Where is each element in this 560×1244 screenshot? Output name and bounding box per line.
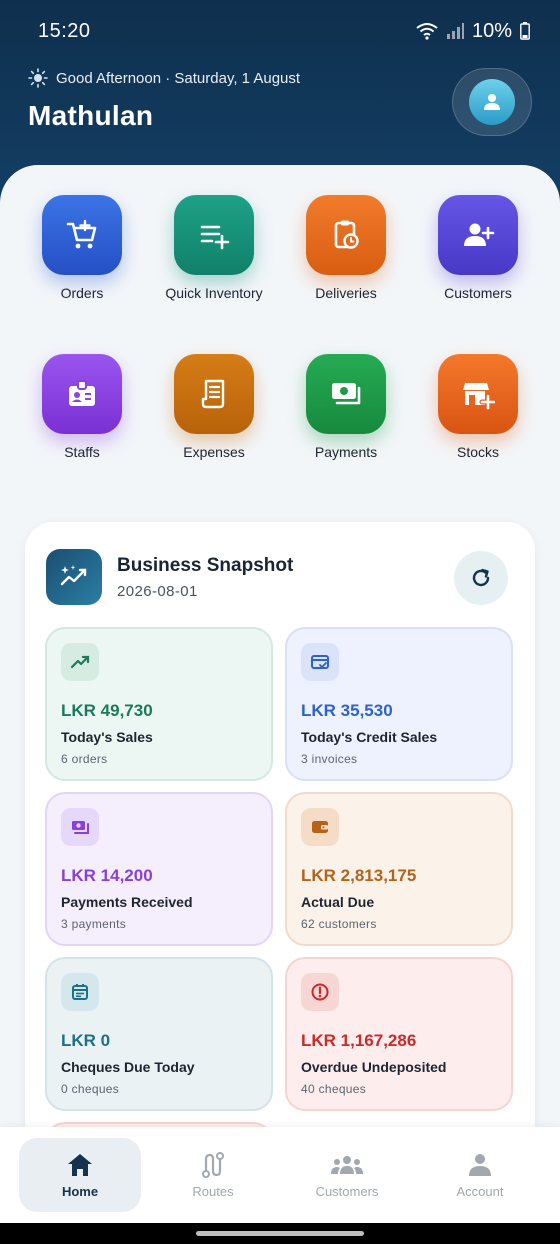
stat-amount: LKR 14,200 [61,866,153,885]
stat-label: Today's Sales [61,729,153,745]
system-gesture-bar [0,1223,560,1244]
quick-action-label: Expenses [183,444,245,460]
person-icon [484,94,500,110]
quick-action-customers[interactable]: Customers [412,195,544,301]
quick-action-label: Payments [314,444,378,460]
stat-label: Actual Due [301,894,375,910]
calendar-icon [61,973,99,1011]
wallet-icon [301,808,339,846]
quick-action-payments[interactable]: Payments [280,354,412,460]
greeting-row: Good Afternoon · Saturday, 1 August [28,68,300,88]
stat-label: Today's Credit Sales [301,729,438,745]
refresh-icon [472,568,490,587]
nav-customers[interactable]: Customers [286,1138,408,1212]
store-add-icon [438,354,518,434]
stat-card-todays-credit-sales[interactable]: LKR 35,530 Today's Credit Sales 3 invoic… [285,627,513,781]
status-time: 15:20 [38,19,91,42]
stat-label: Cheques Due Today [61,1059,195,1075]
quick-action-quick-inventory[interactable]: Quick Inventory [148,195,280,301]
quick-action-label: Staffs [64,444,100,460]
home-icon [68,1153,92,1176]
stat-card-cheques-due-today[interactable]: LKR 0 Cheques Due Today 0 cheques [45,957,273,1111]
avatar [469,79,515,125]
clipboard-clock-icon [306,195,386,275]
stat-amount: LKR 35,530 [301,701,393,720]
stat-subtext: 40 cheques [301,1082,367,1096]
stat-card-actual-due[interactable]: LKR 2,813,175 Actual Due 62 customers [285,792,513,946]
main-content: Orders Quick Inventory Deliveries Custom… [0,165,560,1244]
stat-card-payments-received[interactable]: LKR 14,200 Payments Received 3 payments [45,792,273,946]
user-add-icon [438,195,518,275]
refresh-button[interactable] [454,551,508,605]
battery-icon [520,22,530,40]
receipt-icon [174,354,254,434]
quick-action-deliveries[interactable]: Deliveries [280,195,412,301]
quick-action-stocks[interactable]: Stocks [412,354,544,460]
trend-up-icon [61,643,99,681]
quick-action-label: Stocks [456,444,499,460]
stat-label: Overdue Undeposited [301,1059,447,1075]
battery-percent: 10% [471,19,512,42]
nav-label: Customers [315,1183,379,1199]
nav-home[interactable]: Home [19,1138,141,1212]
stat-card-overdue-undeposited[interactable]: LKR 1,167,286 Overdue Undeposited 40 che… [285,957,513,1111]
cash-icon [306,354,386,434]
greeting-text: Good Afternoon · Saturday, 1 August [56,69,301,87]
user-name: Mathulan [28,100,154,131]
wifi-icon [416,23,438,40]
quick-action-label: Customers [444,285,512,301]
nav-label: Routes [192,1183,234,1199]
nav-label: Account [456,1183,504,1199]
stat-amount: LKR 49,730 [61,701,153,720]
stat-amount: LKR 2,813,175 [301,866,417,885]
stat-subtext: 3 payments [61,917,127,931]
nav-account[interactable]: Account [419,1138,541,1212]
quick-action-label: Quick Inventory [165,285,263,301]
quick-action-orders[interactable]: Orders [16,195,148,301]
cart-add-icon [42,195,122,275]
cash-icon [61,808,99,846]
sparkle-chart-icon [46,549,102,605]
stat-card-todays-sales[interactable]: LKR 49,730 Today's Sales 6 orders [45,627,273,781]
profile-button[interactable] [452,68,532,136]
stat-amount: LKR 1,167,286 [301,1031,417,1050]
stat-subtext: 62 customers [301,917,377,931]
stat-subtext: 6 orders [61,752,108,766]
quick-action-label: Orders [60,285,104,301]
id-badge-icon [42,354,122,434]
person-icon [469,1153,491,1176]
stat-label: Payments Received [61,894,193,910]
home-gesture-handle[interactable] [196,1231,364,1236]
sun-icon [28,68,48,88]
status-icons: 10% [416,20,530,43]
snapshot-title: Business Snapshot [117,555,294,576]
signal-icon [446,23,464,39]
bottom-navigation: Home Routes Customers Account [0,1127,560,1223]
credit-card-icon [301,643,339,681]
quick-action-expenses[interactable]: Expenses [148,354,280,460]
group-icon [331,1155,363,1174]
alert-circle-icon [301,973,339,1011]
list-add-icon [174,195,254,275]
route-icon [202,1151,224,1178]
snapshot-date: 2026-08-01 [117,583,198,600]
stat-amount: LKR 0 [61,1031,111,1050]
stat-subtext: 0 cheques [61,1082,120,1096]
nav-routes[interactable]: Routes [152,1138,274,1212]
nav-label: Home [61,1183,99,1199]
quick-action-staffs[interactable]: Staffs [16,354,148,460]
quick-action-label: Deliveries [315,285,377,301]
status-bar: 15:20 10% [38,18,530,44]
stat-subtext: 3 invoices [301,752,358,766]
